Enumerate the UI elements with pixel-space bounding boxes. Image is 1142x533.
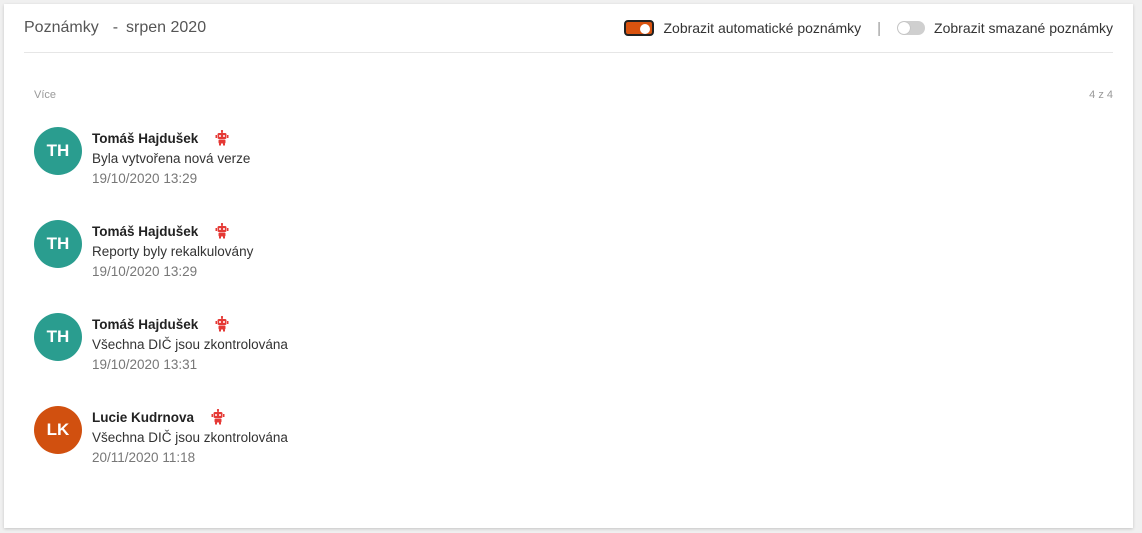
- list-meta: Více 4 z 4: [34, 89, 1113, 101]
- note-timestamp: 19/10/2020 13:29: [92, 264, 198, 279]
- list-item: TH Tomáš Hajdušek Reporty byly rekalkulo…: [34, 220, 1113, 313]
- notes-list: TH Tomáš Hajdušek Byla vytvořena nová ve…: [34, 127, 1113, 499]
- avatar: TH: [34, 127, 82, 175]
- robot-icon: [211, 409, 225, 425]
- note-author: Tomáš Hajdušek: [92, 316, 199, 332]
- note-author: Tomáš Hajdušek: [92, 130, 199, 146]
- toggle-auto-label: Zobrazit automatické poznámky: [663, 20, 862, 36]
- note-text: Reporty byly rekalkulovány: [92, 244, 254, 259]
- note-text: Všechna DIČ jsou zkontrolována: [92, 337, 288, 352]
- note-timestamp: 19/10/2020 13:31: [92, 357, 198, 372]
- toggle-deleted-label: Zobrazit smazané poznámky: [934, 20, 1113, 36]
- page-title: Poznámky - srpen 2020: [24, 19, 206, 37]
- toggles-group: Zobrazit automatické poznámky | Zobrazit…: [624, 20, 1113, 37]
- avatar: TH: [34, 313, 82, 361]
- author-line: Lucie Kudrnova: [92, 406, 288, 428]
- title-label: Poznámky: [24, 19, 99, 36]
- note-body: Tomáš Hajdušek Byla vytvořena nová verze…: [92, 127, 250, 220]
- note-timestamp: 20/11/2020 11:18: [92, 450, 196, 465]
- robot-icon: [215, 130, 229, 146]
- note-body: Tomáš Hajdušek Reporty byly rekalkulován…: [92, 220, 253, 313]
- toggle-auto-notes[interactable]: Zobrazit automatické poznámky: [624, 20, 861, 36]
- more-link[interactable]: Více: [34, 89, 56, 101]
- period-label: srpen 2020: [126, 19, 207, 36]
- avatar: TH: [34, 220, 82, 268]
- toggle-deleted-notes[interactable]: Zobrazit smazané poznámky: [897, 20, 1113, 36]
- note-text: Všechna DIČ jsou zkontrolována: [92, 430, 288, 445]
- note-body: Lucie Kudrnova Všechna DIČ jsou zkontrol…: [92, 406, 288, 499]
- list-item: LK Lucie Kudrnova Všechna DIČ jsou zkont…: [34, 406, 1113, 499]
- avatar: LK: [34, 406, 82, 454]
- note-author: Lucie Kudrnova: [92, 409, 195, 425]
- list-item: TH Tomáš Hajdušek Všechna DIČ jsou zkont…: [34, 313, 1113, 406]
- note-text: Byla vytvořena nová verze: [92, 151, 251, 166]
- note-body: Tomáš Hajdušek Všechna DIČ jsou zkontrol…: [92, 313, 288, 406]
- author-line: Tomáš Hajdušek: [92, 220, 253, 242]
- note-author: Tomáš Hajdušek: [92, 223, 199, 239]
- author-line: Tomáš Hajdušek: [92, 313, 288, 335]
- author-line: Tomáš Hajdušek: [92, 127, 250, 149]
- robot-icon: [215, 223, 229, 239]
- toggle-separator: |: [877, 19, 882, 37]
- count-label: 4 z 4: [1089, 89, 1113, 101]
- robot-icon: [215, 316, 229, 332]
- toggle-knob: [898, 22, 911, 34]
- notes-header: Poznámky - srpen 2020 Zobrazit automatic…: [24, 4, 1113, 53]
- title-dash: -: [112, 19, 119, 36]
- toggle-knob: [640, 24, 651, 34]
- toggle-auto-switch[interactable]: [624, 20, 655, 36]
- list-item: TH Tomáš Hajdušek Byla vytvořena nová ve…: [34, 127, 1113, 220]
- toggle-deleted-switch[interactable]: [897, 21, 926, 35]
- note-timestamp: 19/10/2020 13:29: [92, 171, 198, 186]
- notes-panel: Poznámky - srpen 2020 Zobrazit automatic…: [4, 4, 1133, 528]
